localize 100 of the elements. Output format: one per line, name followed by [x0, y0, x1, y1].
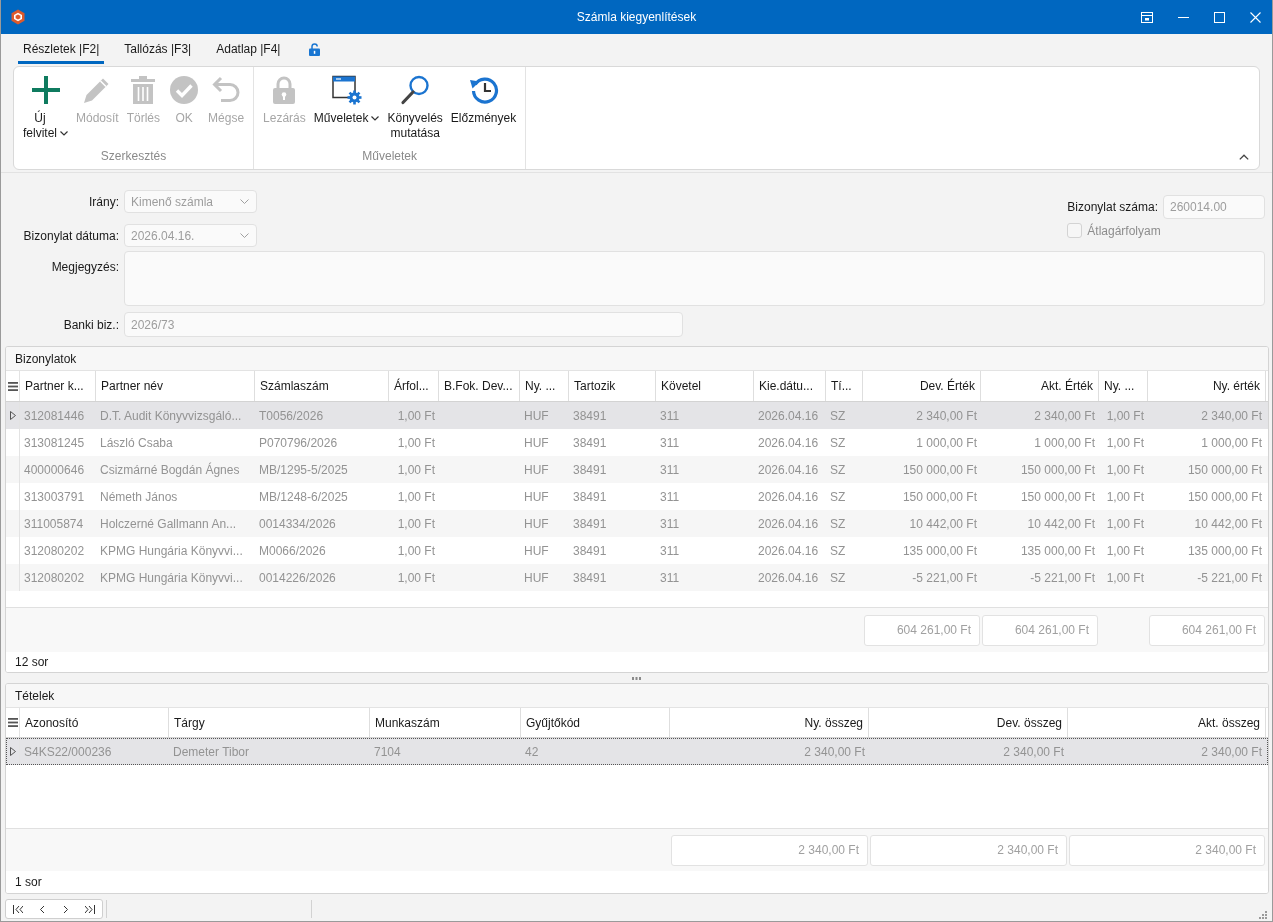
column-header[interactable]: Árfol... — [389, 371, 439, 401]
table-cell-text: 150 000,00 Ft — [1186, 461, 1263, 479]
table-cell-text: 1 000,00 Ft — [1200, 434, 1263, 452]
chevron-down-icon — [240, 199, 249, 204]
resize-grip-icon[interactable] — [1259, 911, 1267, 919]
table-cell-text: Csizmárné Bogdán Ágnes — [99, 461, 241, 479]
ribbon-button[interactable]: Könyvelés mutatása — [383, 67, 447, 141]
column-header[interactable]: Dev. Érték — [863, 371, 981, 401]
table-cell-text: MB/1248-6/2025 — [258, 488, 349, 506]
table-cell-text: -5 221,00 Ft — [1196, 569, 1263, 587]
table-cell-text: HUF — [523, 461, 550, 479]
column-header[interactable]: Akt. összeg — [1068, 708, 1266, 737]
table-cell-text: 1,00 Ft — [1105, 434, 1145, 452]
column-header[interactable]: Partner k... — [20, 371, 96, 401]
tab[interactable]: Adatlap |F4| — [207, 34, 290, 64]
column-header[interactable]: Ny. összeg — [670, 708, 869, 737]
row-count: 1 sor — [15, 875, 42, 889]
chevron-right-icon — [63, 904, 69, 914]
column-header[interactable]: B.Fok. Dev... — [439, 371, 520, 401]
table-cell-text: D.T. Audit Könyvvizsgáló... — [99, 407, 243, 425]
column-header[interactable]: Munkaszám — [370, 708, 521, 737]
table-cell-text: 2 340,00 Ft — [1200, 407, 1263, 425]
column-header[interactable]: Tí... — [826, 371, 863, 401]
table-cell-text: 2 340,00 Ft — [1002, 743, 1065, 761]
column-header[interactable]: Tárgy — [169, 708, 370, 737]
chevron-up-icon[interactable] — [1239, 154, 1249, 160]
table-cell-text: 312081446 — [23, 407, 86, 425]
menu-icon[interactable] — [7, 718, 18, 727]
table-cell-text: 135 000,00 Ft — [901, 542, 978, 560]
column-header[interactable]: Követel — [656, 371, 754, 401]
table-cell-text: 1 000,00 Ft — [1033, 434, 1096, 452]
table-cell-text: 1,00 Ft — [396, 515, 436, 533]
table-cell-text: SZ — [829, 569, 847, 587]
tab[interactable]: Tallózás |F3| — [115, 34, 201, 64]
ribbon-button[interactable]: Műveletek — [309, 67, 384, 126]
column-header[interactable]: Számlaszám — [255, 371, 389, 401]
column-header[interactable]: Azonosító — [20, 708, 169, 737]
group-label: Szerkesztés — [99, 149, 168, 165]
window-gear-icon — [331, 75, 362, 105]
table-cell-text: SZ — [829, 542, 847, 560]
table-cell-text: 135 000,00 Ft — [1186, 542, 1263, 560]
checkbox-label: Átlagárfolyam — [1087, 223, 1161, 238]
field-label: Bizonylat dátuma: — [23, 228, 119, 243]
table-cell-text: 311005874 — [23, 515, 85, 533]
table-cell-text: 2 340,00 Ft — [915, 407, 978, 425]
table-cell-text: 2026.04.16 — [757, 461, 820, 479]
table-cell-text: S4KS22/000236 — [23, 743, 113, 761]
table-cell-text: 38491 — [572, 569, 608, 587]
ribbon-button[interactable]: Új felvitel — [19, 67, 72, 141]
table-cell-text: HUF — [523, 542, 550, 560]
table-cell-text: HUF — [523, 407, 550, 425]
table-cell-text: 0014226/2026 — [258, 569, 337, 587]
padlock-icon[interactable] — [309, 42, 321, 56]
column-header[interactable]: Kie.dátu... — [754, 371, 826, 401]
close-icon — [1249, 11, 1261, 23]
memo-field[interactable] — [124, 251, 1265, 306]
total-field: 604 261,00 Ft — [982, 614, 1098, 646]
ribbon-button[interactable]: Előzmények — [446, 67, 521, 126]
table-cell-text: 312080202 — [23, 569, 86, 587]
column-header[interactable]: Ny. ... — [520, 371, 569, 401]
table-cell-text: HUF — [523, 515, 550, 533]
table-cell-text: KPMG Hungária Könyvvi... — [99, 542, 244, 560]
table-cell-text: 312080202 — [23, 542, 86, 560]
total-field: 2 340,00 Ft — [1069, 834, 1265, 866]
column-header[interactable]: Dev. összeg — [869, 708, 1068, 737]
table-cell-text: 1,00 Ft — [396, 434, 436, 452]
column-header[interactable]: Tartozik — [569, 371, 656, 401]
table-cell-text: 2026.04.16 — [757, 488, 820, 506]
table-cell-text: 2 340,00 Ft — [803, 743, 866, 761]
grip-icon[interactable] — [632, 676, 641, 680]
table-cell-text: 2026.04.16 — [757, 515, 820, 533]
table-cell-text: 2026.04.16 — [757, 569, 820, 587]
table-cell-text: 1,00 Ft — [396, 407, 436, 425]
table-cell-text: 400000646 — [23, 461, 86, 479]
table-cell-text: 10 442,00 Ft — [1193, 515, 1263, 533]
column-header[interactable]: Ny. ... — [1099, 371, 1148, 401]
table-cell-text: SZ — [829, 434, 847, 452]
column-header[interactable]: Partner név — [96, 371, 255, 401]
table-cell-text: M0066/2026 — [258, 542, 327, 560]
table-cell-text: P070796/2026 — [258, 434, 339, 452]
column-header[interactable]: Ny. érték — [1148, 371, 1266, 401]
total-field: 604 261,00 Ft — [1149, 614, 1265, 646]
triangle-icon — [9, 411, 16, 420]
column-header[interactable]: Akt. Érték — [981, 371, 1099, 401]
table-cell-text: 150 000,00 Ft — [1019, 488, 1096, 506]
group-label: Műveletek — [361, 149, 418, 165]
table-cell-text: Demeter Tibor — [172, 743, 251, 761]
chevron-down-icon — [240, 233, 249, 238]
table-cell-text: 38491 — [572, 407, 608, 425]
table-cell-text: -5 221,00 Ft — [911, 569, 978, 587]
triangle-icon — [9, 747, 16, 756]
table-cell-text: 311 — [659, 515, 681, 533]
table-cell-text: 311 — [659, 407, 681, 425]
table-cell-text: 7104 — [373, 743, 402, 761]
table-cell-text: SZ — [829, 488, 847, 506]
table-cell-text: 135 000,00 Ft — [1019, 542, 1096, 560]
table-cell-text: 10 442,00 Ft — [1026, 515, 1096, 533]
menu-icon[interactable] — [7, 381, 18, 391]
column-header[interactable]: Gyűjtőkód — [521, 708, 670, 737]
table-cell-text: 1,00 Ft — [1105, 542, 1145, 560]
